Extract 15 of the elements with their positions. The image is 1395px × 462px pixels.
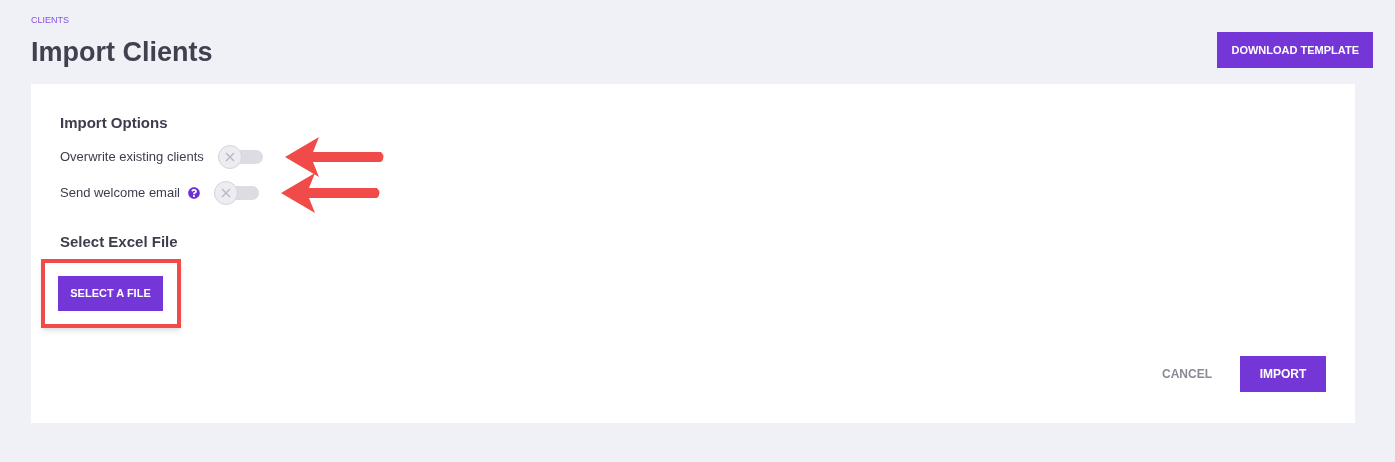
select-file-button[interactable]: SELECT A FILE <box>58 276 163 311</box>
close-icon <box>224 151 235 162</box>
section-heading: Import Options <box>60 113 169 133</box>
toggle-switch[interactable] <box>217 144 263 169</box>
cancel-button[interactable]: CANCEL <box>1144 356 1230 392</box>
import-button[interactable]: IMPORT <box>1240 356 1326 392</box>
page-title: Import Clients <box>31 35 213 69</box>
option-label: Overwrite existing clients <box>60 147 204 166</box>
close-icon <box>220 187 231 198</box>
option-label: Send welcome email <box>60 183 180 202</box>
section-heading: Select Excel File <box>60 231 179 252</box>
breadcrumb[interactable]: CLIENTS <box>31 14 213 28</box>
help-icon[interactable] <box>187 186 200 199</box>
download-template-button[interactable]: DOWNLOAD TEMPLATE <box>1217 32 1373 68</box>
toggle-switch[interactable] <box>213 180 259 205</box>
